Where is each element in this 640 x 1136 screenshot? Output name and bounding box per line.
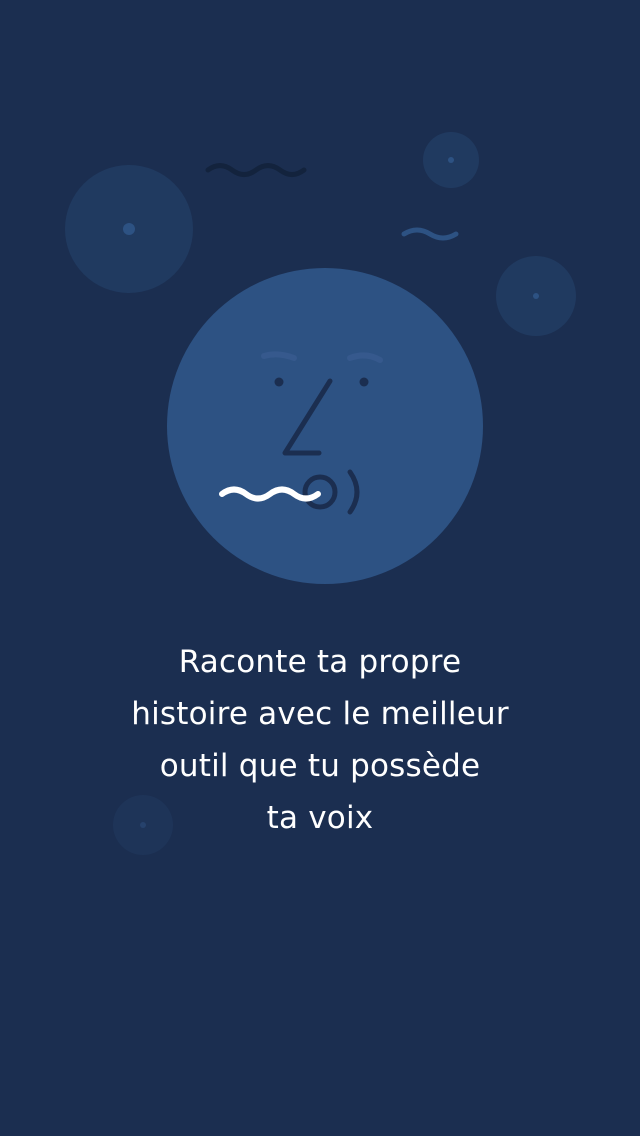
onboarding-headline: Raconte ta propre histoire avec le meill… [40,636,600,844]
headline-line: Raconte ta propre [178,644,462,680]
background-bubble-right [496,256,576,336]
speaking-face-illustration [65,132,576,584]
wave-top-icon [205,163,307,177]
headline-line: histoire avec le meilleur [131,696,509,732]
headline-line: outil que tu possède [159,748,481,784]
background-bubble-left [65,165,193,293]
background-bubble-top-right [423,132,479,188]
face-circle [167,268,483,584]
onboarding-screen: Raconte ta propre histoire avec le meill… [0,0,640,1136]
wave-right-icon [401,227,459,241]
headline-line: ta voix [266,800,374,836]
